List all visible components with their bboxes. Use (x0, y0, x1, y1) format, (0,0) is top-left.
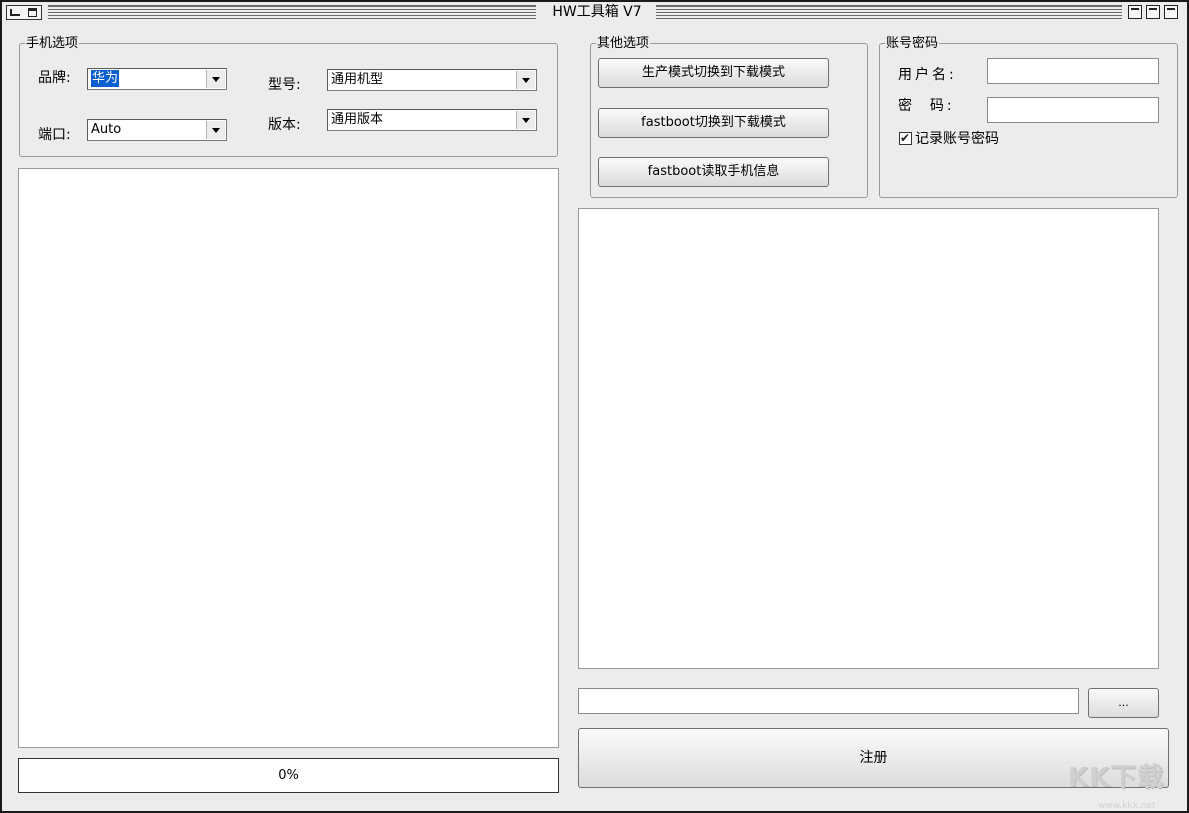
window-title: HW工具箱 V7 (540, 3, 654, 21)
left-log-panel[interactable] (18, 168, 559, 748)
port-select[interactable]: Auto (87, 119, 227, 141)
model-label: 型号: (268, 77, 301, 93)
fastboot-to-download-button[interactable]: fastboot切换到下载模式 (598, 108, 829, 138)
other-options-label: 其他选项 (596, 36, 651, 51)
username-label: 用户名: (898, 67, 957, 83)
chevron-down-icon[interactable] (516, 111, 535, 129)
progress-bar: 0% (18, 758, 559, 793)
file-path-input[interactable] (578, 688, 1079, 714)
progress-text: 0% (278, 768, 299, 783)
remember-label[interactable]: 记录账号密码 (915, 131, 999, 147)
username-input[interactable] (987, 58, 1159, 84)
title-bar-stripes-left (48, 5, 536, 19)
fastboot-read-info-button[interactable]: fastboot读取手机信息 (598, 157, 829, 187)
watermark-url: www.kkx.net (1098, 801, 1156, 811)
account-label: 账号密码 (885, 36, 940, 51)
brand-value: 华为 (91, 70, 120, 87)
version-label: 版本: (268, 117, 301, 133)
chevron-down-icon[interactable] (206, 70, 225, 88)
zoom-window-icon[interactable] (1164, 5, 1178, 19)
port-label: 端口: (38, 127, 71, 143)
model-value: 通用机型 (331, 72, 384, 87)
remember-checkbox[interactable] (899, 130, 912, 146)
brand-label: 品牌: (38, 70, 71, 86)
password-label: 密 码: (898, 98, 955, 114)
right-log-panel[interactable] (578, 208, 1159, 669)
version-select[interactable]: 通用版本 (327, 109, 537, 131)
browse-button[interactable]: ... (1088, 688, 1159, 718)
password-input[interactable] (987, 97, 1159, 123)
system-menu-icon[interactable] (6, 5, 42, 20)
port-value: Auto (91, 122, 122, 137)
chevron-down-icon[interactable] (206, 121, 225, 139)
factory-to-download-button[interactable]: 生产模式切换到下载模式 (598, 58, 829, 88)
version-value: 通用版本 (331, 112, 384, 127)
model-select[interactable]: 通用机型 (327, 69, 537, 91)
title-bar-stripes-right (656, 5, 1122, 19)
brand-select[interactable]: 华为 (87, 68, 227, 90)
minimize-window-icon[interactable] (1146, 5, 1160, 19)
collapse-window-icon[interactable] (1128, 5, 1142, 19)
watermark-logo: KK下载 (1068, 763, 1165, 793)
chevron-down-icon[interactable] (516, 71, 535, 89)
phone-options-label: 手机选项 (25, 36, 80, 51)
